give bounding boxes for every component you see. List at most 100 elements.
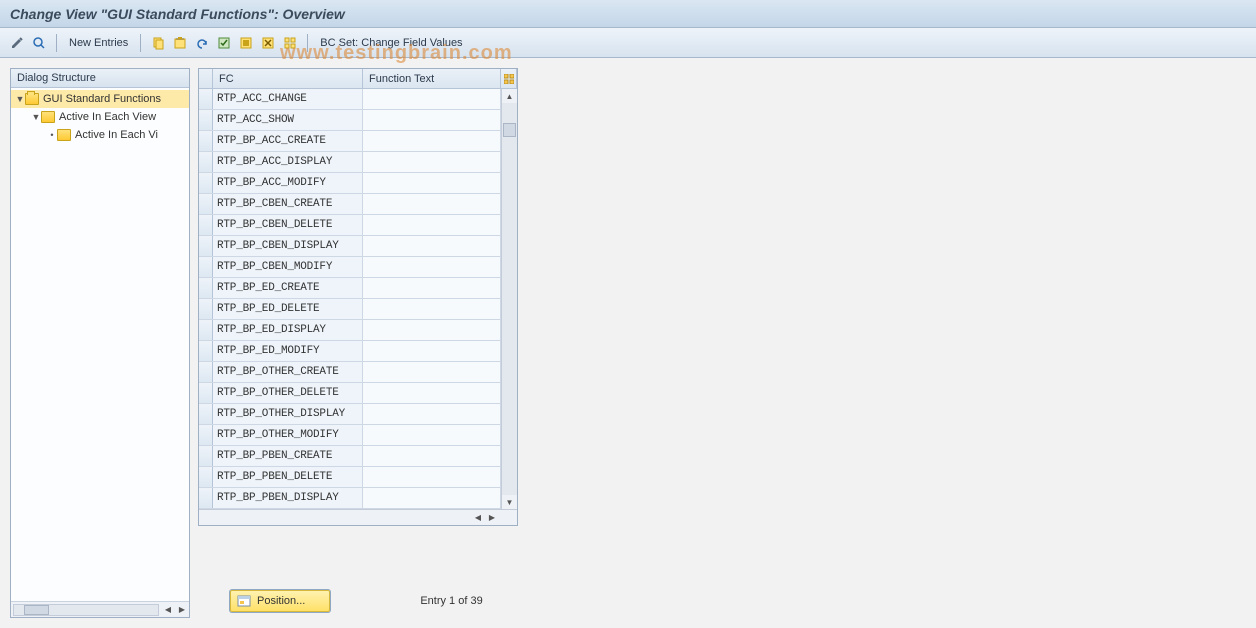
cell-fc[interactable]: RTP_BP_ED_DELETE <box>213 299 363 319</box>
undo-change-icon[interactable] <box>193 34 211 52</box>
cell-function-text[interactable] <box>363 341 501 361</box>
cell-function-text[interactable] <box>363 299 501 319</box>
cell-function-text[interactable] <box>363 404 501 424</box>
table-settings-icon[interactable] <box>501 69 517 88</box>
cell-fc[interactable]: RTP_ACC_SHOW <box>213 110 363 130</box>
hscroll-left-icon[interactable]: ◀ <box>471 511 485 525</box>
row-selector[interactable] <box>199 236 213 256</box>
cell-function-text[interactable] <box>363 173 501 193</box>
column-header-fc[interactable]: FC <box>213 69 363 88</box>
select-all-icon[interactable] <box>215 34 233 52</box>
row-selector[interactable] <box>199 257 213 277</box>
row-selector[interactable] <box>199 320 213 340</box>
cell-fc[interactable]: RTP_ACC_CHANGE <box>213 89 363 109</box>
cell-function-text[interactable] <box>363 236 501 256</box>
cell-function-text[interactable] <box>363 425 501 445</box>
cell-fc[interactable]: RTP_BP_ED_MODIFY <box>213 341 363 361</box>
tree-h-scrollbar[interactable]: ◀ ▶ <box>11 601 189 617</box>
row-selector[interactable] <box>199 299 213 319</box>
toggle-display-change-icon[interactable] <box>8 34 26 52</box>
cell-function-text[interactable] <box>363 278 501 298</box>
copy-as-icon[interactable] <box>149 34 167 52</box>
row-selector[interactable] <box>199 425 213 445</box>
cell-fc[interactable]: RTP_BP_ED_DISPLAY <box>213 320 363 340</box>
table-row: RTP_BP_OTHER_CREATE <box>199 362 517 383</box>
table-row: RTP_BP_PBEN_DISPLAY <box>199 488 517 509</box>
row-selector[interactable] <box>199 152 213 172</box>
row-selector[interactable] <box>199 215 213 235</box>
vscroll-thumb[interactable] <box>503 123 516 137</box>
main-area: Dialog Structure ▼GUI Standard Functions… <box>0 58 1256 628</box>
cell-function-text[interactable] <box>363 488 501 508</box>
row-selector[interactable] <box>199 110 213 130</box>
cell-fc[interactable]: RTP_BP_OTHER_DELETE <box>213 383 363 403</box>
cell-function-text[interactable] <box>363 110 501 130</box>
cell-fc[interactable]: RTP_BP_CBEN_DELETE <box>213 215 363 235</box>
cell-fc[interactable]: RTP_BP_ACC_MODIFY <box>213 173 363 193</box>
cell-fc[interactable]: RTP_BP_OTHER_CREATE <box>213 362 363 382</box>
tree-scroll-right-icon[interactable]: ▶ <box>175 603 189 617</box>
cell-fc[interactable]: RTP_BP_ED_CREATE <box>213 278 363 298</box>
cell-fc[interactable]: RTP_BP_CBEN_DISPLAY <box>213 236 363 256</box>
table-row: RTP_BP_ACC_MODIFY <box>199 173 517 194</box>
cell-function-text[interactable] <box>363 383 501 403</box>
cell-fc[interactable]: RTP_BP_PBEN_CREATE <box>213 446 363 466</box>
row-selector-header[interactable] <box>199 69 213 88</box>
cell-fc[interactable]: RTP_BP_ACC_DISPLAY <box>213 152 363 172</box>
cell-fc[interactable]: RTP_BP_ACC_CREATE <box>213 131 363 151</box>
cell-function-text[interactable] <box>363 467 501 487</box>
row-selector[interactable] <box>199 362 213 382</box>
tree-node[interactable]: ▼Active In Each View <box>11 108 189 126</box>
cell-fc[interactable]: RTP_BP_PBEN_DISPLAY <box>213 488 363 508</box>
row-selector[interactable] <box>199 467 213 487</box>
cell-fc[interactable]: RTP_BP_CBEN_CREATE <box>213 194 363 214</box>
position-button[interactable]: Position... <box>230 590 330 612</box>
row-selector[interactable] <box>199 278 213 298</box>
expand-icon[interactable]: • <box>47 130 57 140</box>
tree-scroll-thumb[interactable] <box>24 605 49 615</box>
cell-function-text[interactable] <box>363 446 501 466</box>
expand-icon[interactable]: ▼ <box>31 112 41 122</box>
row-selector[interactable] <box>199 404 213 424</box>
cell-fc[interactable]: RTP_BP_OTHER_DISPLAY <box>213 404 363 424</box>
tree-node[interactable]: •Active In Each Vi <box>11 126 189 144</box>
tree-scroll-left-icon[interactable]: ◀ <box>161 603 175 617</box>
scroll-down-icon[interactable]: ▼ <box>502 495 517 509</box>
cell-function-text[interactable] <box>363 194 501 214</box>
new-entries-button[interactable]: New Entries <box>65 37 132 49</box>
table-h-scrollbar[interactable]: ◀ ▶ <box>199 509 517 525</box>
cell-function-text[interactable] <box>363 362 501 382</box>
cell-function-text[interactable] <box>363 215 501 235</box>
cell-fc[interactable]: RTP_BP_CBEN_MODIFY <box>213 257 363 277</box>
row-selector[interactable] <box>199 89 213 109</box>
cell-function-text[interactable] <box>363 89 501 109</box>
cell-fc[interactable]: RTP_BP_PBEN_DELETE <box>213 467 363 487</box>
row-selector[interactable] <box>199 173 213 193</box>
select-block-icon[interactable] <box>237 34 255 52</box>
row-selector[interactable] <box>199 341 213 361</box>
cell-function-text[interactable] <box>363 320 501 340</box>
other-view-icon[interactable] <box>30 34 48 52</box>
cell-fc[interactable]: RTP_BP_OTHER_MODIFY <box>213 425 363 445</box>
dialog-structure-panel: Dialog Structure ▼GUI Standard Functions… <box>10 68 190 618</box>
hscroll-right-icon[interactable]: ▶ <box>485 511 499 525</box>
row-selector[interactable] <box>199 488 213 508</box>
deselect-all-icon[interactable] <box>259 34 277 52</box>
row-selector[interactable] <box>199 383 213 403</box>
table-v-scrollbar[interactable]: ▲ ▼ <box>501 89 517 509</box>
table-body: RTP_ACC_CHANGERTP_ACC_SHOWRTP_BP_ACC_CRE… <box>199 89 517 509</box>
cell-function-text[interactable] <box>363 131 501 151</box>
scroll-up-icon[interactable]: ▲ <box>502 89 517 103</box>
bcset-button[interactable]: BC Set: Change Field Values <box>316 37 466 49</box>
collapse-icon[interactable]: ▼ <box>15 94 25 104</box>
cell-function-text[interactable] <box>363 257 501 277</box>
row-selector[interactable] <box>199 194 213 214</box>
configuration-icon[interactable] <box>281 34 299 52</box>
delete-icon[interactable] <box>171 34 189 52</box>
row-selector[interactable] <box>199 446 213 466</box>
row-selector[interactable] <box>199 131 213 151</box>
tree-node[interactable]: ▼GUI Standard Functions <box>11 90 189 108</box>
table-row: RTP_ACC_SHOW <box>199 110 517 131</box>
column-header-function-text[interactable]: Function Text <box>363 69 501 88</box>
cell-function-text[interactable] <box>363 152 501 172</box>
